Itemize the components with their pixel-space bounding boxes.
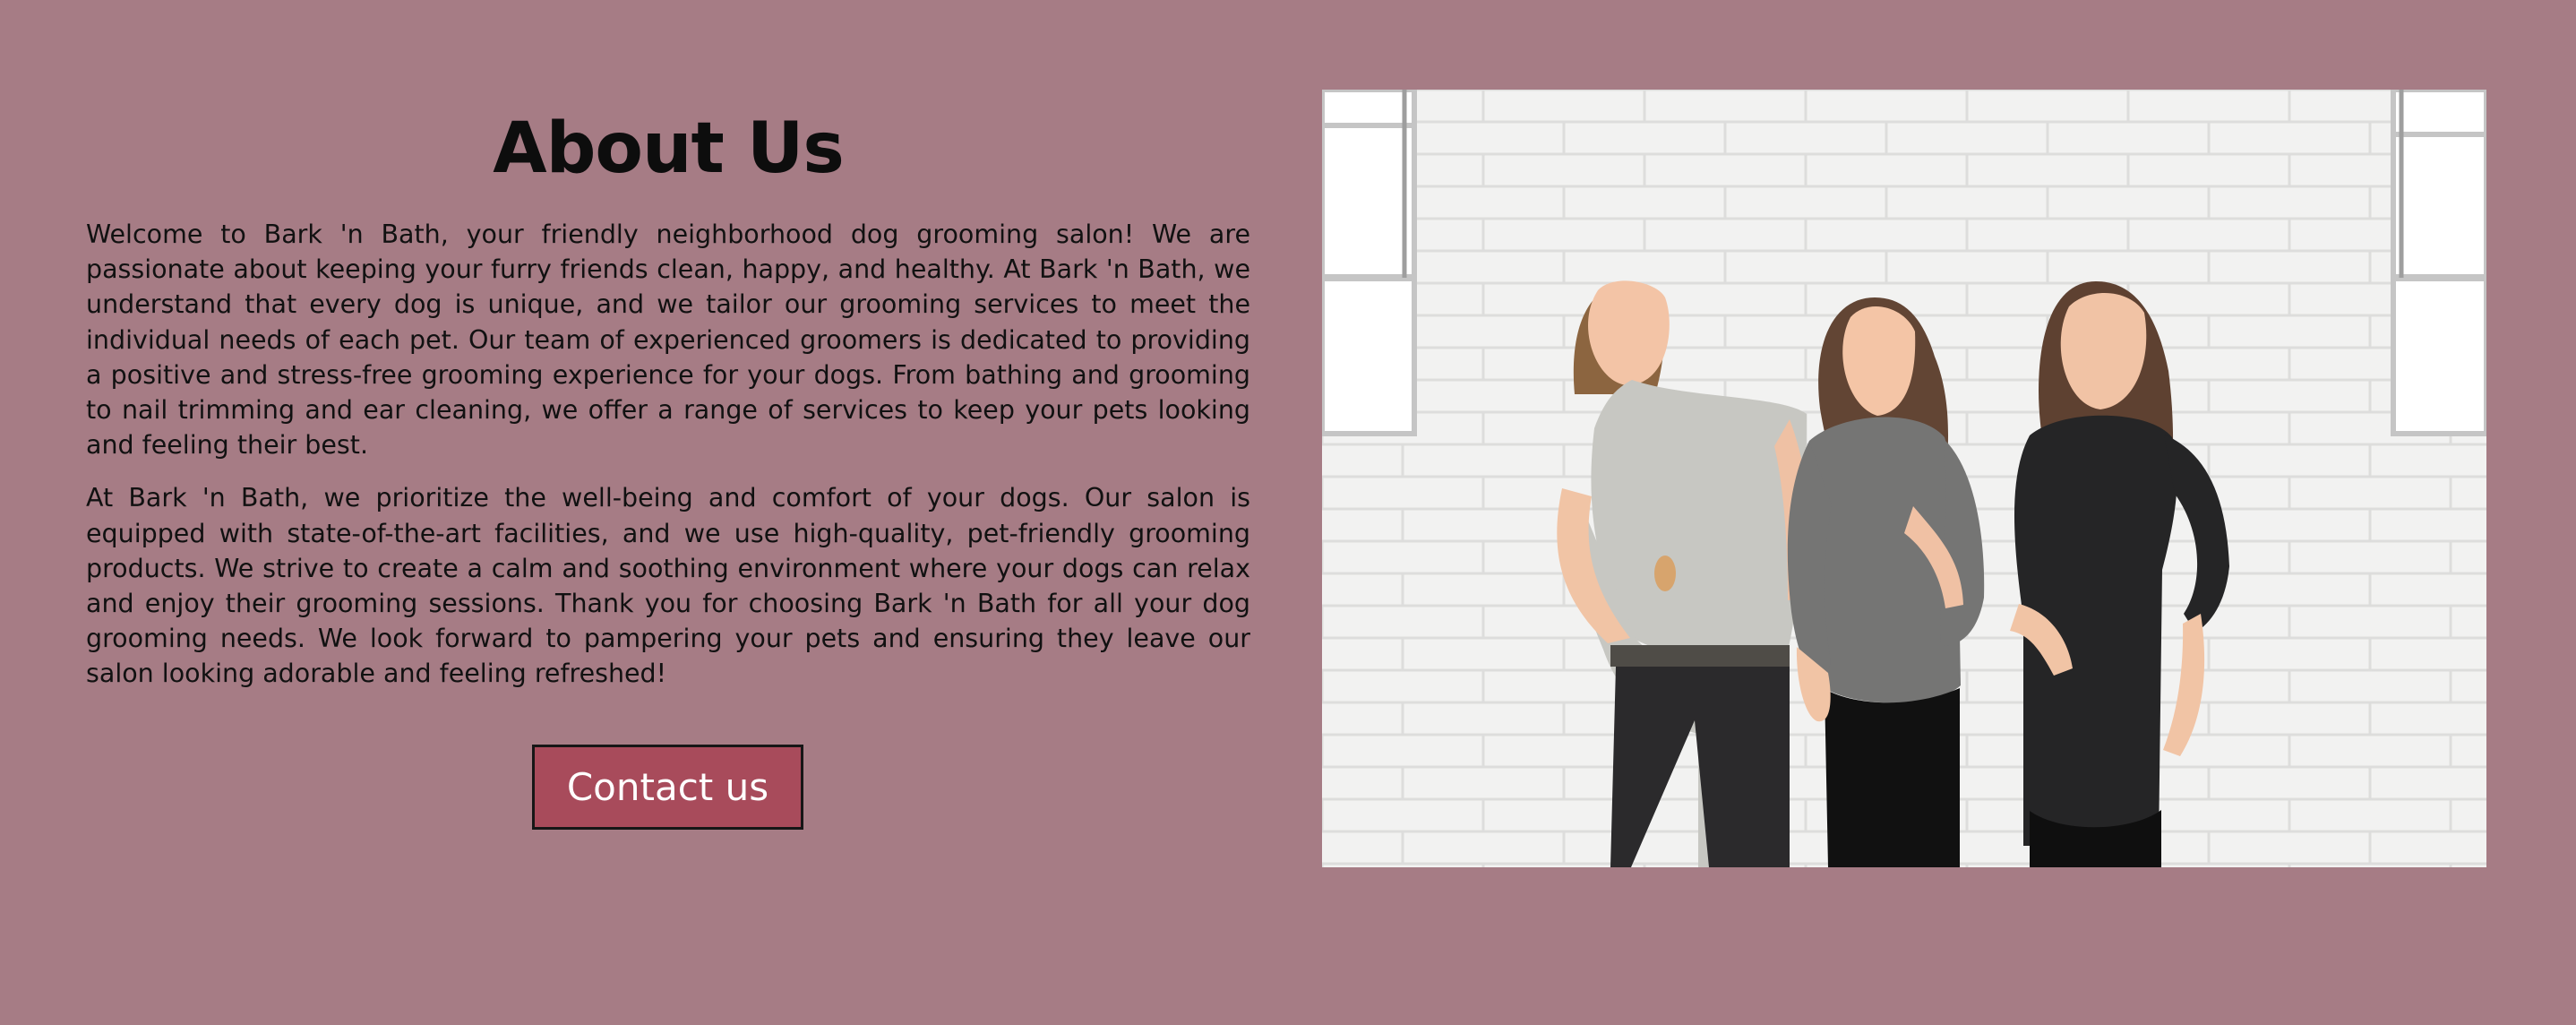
about-paragraph-commitment: At Bark 'n Bath, we prioritize the well-…: [86, 483, 1250, 689]
about-title: About Us: [493, 108, 845, 189]
team-photo: [1322, 90, 2486, 867]
about-section: About Us Welcome to Bark 'n Bath, your f…: [86, 99, 1250, 692]
contact-us-button[interactable]: Contact us: [532, 745, 803, 830]
team-photo-illustration: [1322, 90, 2486, 867]
left-window: [1322, 90, 1417, 436]
right-window: [2391, 90, 2486, 436]
about-paragraph-intro: Welcome to Bark 'n Bath, your friendly n…: [86, 220, 1250, 461]
